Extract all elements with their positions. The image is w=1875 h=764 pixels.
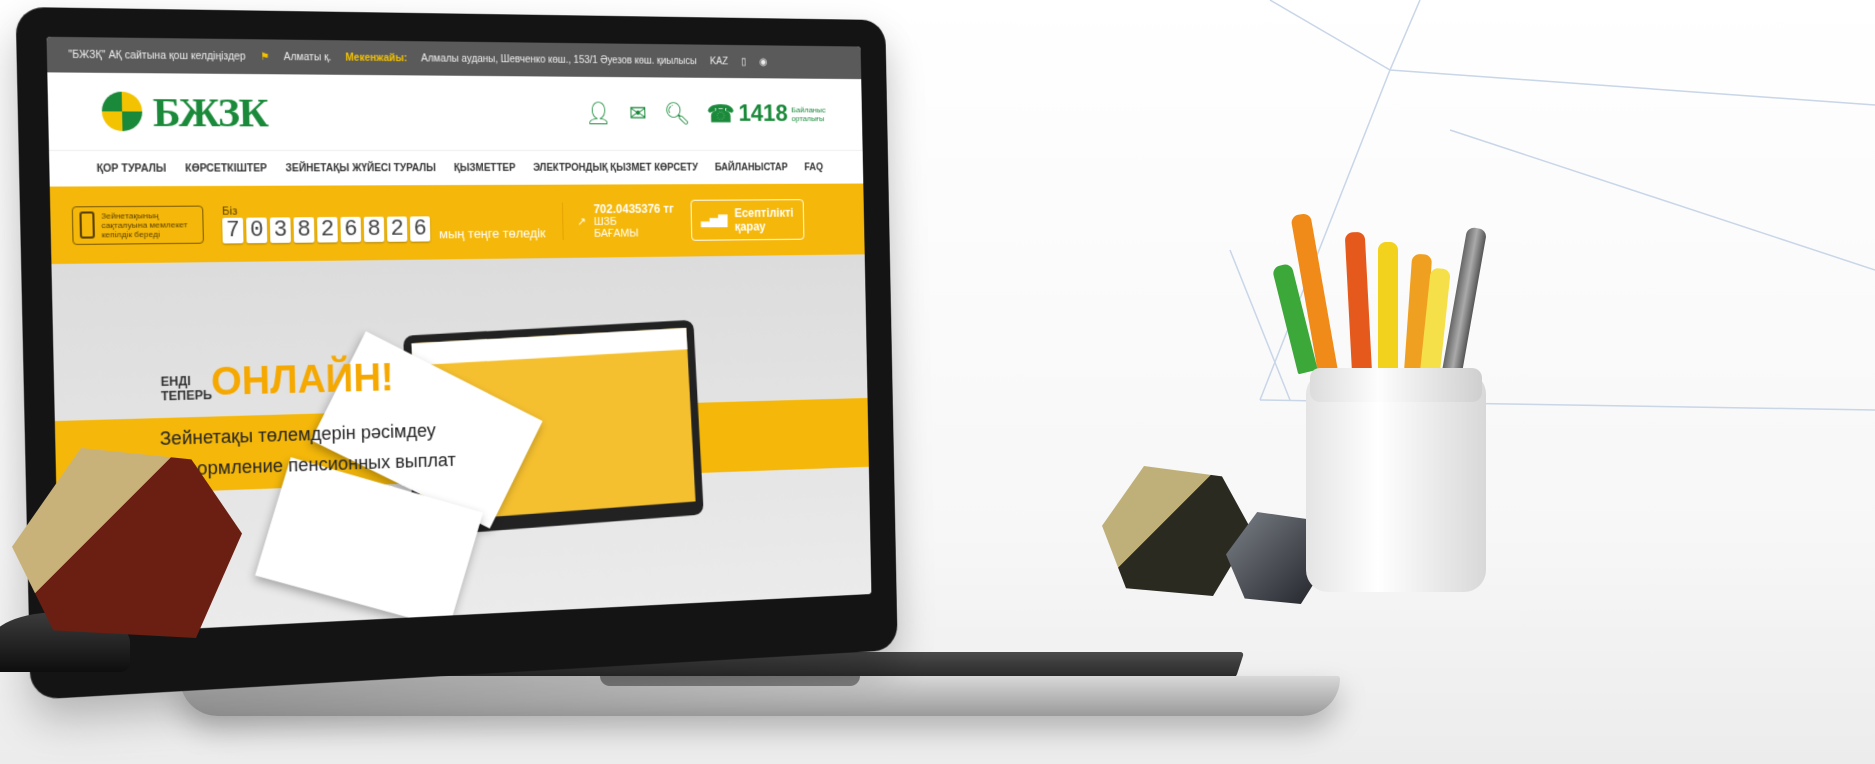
nav-item-e-services[interactable]: ЭЛЕКТРОНДЫҚ ҚЫЗМЕТ КӨРСЕТУ <box>533 162 698 173</box>
report-line-2: қарау <box>735 220 794 234</box>
nav-item-indicators[interactable]: КӨРСЕТКІШТЕР <box>185 163 267 174</box>
counter-digit: 6 <box>340 216 361 242</box>
guarantee-text: Зейнетақының сақталуына мемлекет кепілді… <box>101 210 197 239</box>
phone-number: 1418 <box>738 100 788 127</box>
counter-digit: 3 <box>270 217 291 243</box>
location-pin-icon: ⚑ <box>260 51 269 62</box>
hero-small-text: ЕНДІ ТЕПЕРЬ <box>161 373 213 403</box>
counter-suffix: мың теңге төледік <box>439 225 546 241</box>
hero-headline: ОНЛАЙН! <box>211 357 395 405</box>
main-nav: ҚОР ТУРАЛЫ КӨРСЕТКІШТЕР ЗЕЙНЕТАҚЫ ЖҮЙЕСІ… <box>49 150 863 187</box>
phone-icon: ☎ <box>707 100 735 128</box>
laptop-base <box>180 676 1340 716</box>
counter-digits: 7 0 3 8 2 6 8 2 6 мың теңге төледік <box>222 215 546 243</box>
site-logo[interactable]: БЖЗК <box>101 87 268 136</box>
counter-digit: 7 <box>222 217 243 243</box>
nav-item-services[interactable]: ҚЫЗМЕТТЕР <box>454 162 516 173</box>
address-text[interactable]: Алмалы ауданы, Шевченко көш., 153/1 Әуез… <box>421 53 697 67</box>
user-icon[interactable]: 👤︎ <box>585 101 612 127</box>
contact-center-link[interactable]: ☎ 1418 Байланыс орталығы <box>707 100 826 129</box>
hero-small-ru: ТЕПЕРЬ <box>161 388 212 404</box>
mail-icon[interactable]: ✉ <box>629 101 647 127</box>
pen-jar <box>1306 372 1486 592</box>
header-icons: 👤︎ ✉ 🔍︎ ☎ 1418 Байланыс орталығы <box>585 99 826 128</box>
reports-button[interactable]: ▃▅▇ Есептілікті қарау <box>690 199 804 241</box>
counter-digit: 8 <box>293 217 314 243</box>
nav-item-pension-system[interactable]: ЗЕЙНЕТАҚЫ ЖҮЙЕСІ ТУРАЛЫ <box>285 163 436 174</box>
bar-chart-icon: ▃▅▇ <box>701 213 727 227</box>
logo-mark-icon <box>101 92 142 132</box>
nav-item-contacts[interactable]: БАЙЛАНЫСТАР <box>715 162 788 173</box>
counter-digit: 6 <box>410 216 430 241</box>
site-header: БЖЗК 👤︎ ✉ 🔍︎ ☎ 1418 Байланыс орталығы <box>47 72 862 150</box>
guarantee-badge[interactable]: Зейнетақының сақталуына мемлекет кепілді… <box>72 205 204 244</box>
phone-caption-1: Байланыс <box>791 106 825 115</box>
report-line-1: Есептілікті <box>734 206 793 220</box>
eye-icon[interactable]: ◉ <box>759 56 767 67</box>
counter-digit: 2 <box>317 216 338 242</box>
chart-icon: ↗ <box>577 215 586 228</box>
marker-decoration <box>1378 242 1398 372</box>
unit-rate[interactable]: ↗ 702.0435376 тг ШЗБ БАҒАМЫ <box>562 202 674 240</box>
counter-digit: 8 <box>364 216 385 241</box>
hero-small-kz: ЕНДІ <box>161 373 212 389</box>
rate-label-2: БАҒАМЫ <box>594 227 674 240</box>
mobile-icon[interactable]: ▯ <box>741 56 746 67</box>
phone-caption-2: орталығы <box>791 114 825 123</box>
rate-label-1: ШЗБ <box>594 216 674 228</box>
city-text[interactable]: Алматы қ. <box>284 51 332 63</box>
search-icon[interactable]: 🔍︎ <box>663 101 690 127</box>
rate-value: 702.0435376 тг <box>593 202 673 216</box>
language-select[interactable]: KAZ <box>710 56 728 67</box>
payout-counter: Біз 7 0 3 8 2 6 8 2 6 мың теңге төледік <box>222 203 546 243</box>
safe-icon <box>79 211 95 238</box>
nav-item-faq[interactable]: FAQ <box>804 162 823 173</box>
address-label: Мекенжайы: <box>345 52 407 64</box>
counter-digit: 2 <box>387 216 408 241</box>
counter-digit: 0 <box>246 217 267 243</box>
logo-text: БЖЗК <box>152 87 268 136</box>
nav-item-about[interactable]: ҚОР ТУРАЛЫ <box>96 163 166 175</box>
info-banner: Зейнетақының сақталуына мемлекет кепілді… <box>50 184 865 265</box>
welcome-text: "БЖЗҚ" АҚ сайтына қош келдіңіздер <box>68 49 245 62</box>
